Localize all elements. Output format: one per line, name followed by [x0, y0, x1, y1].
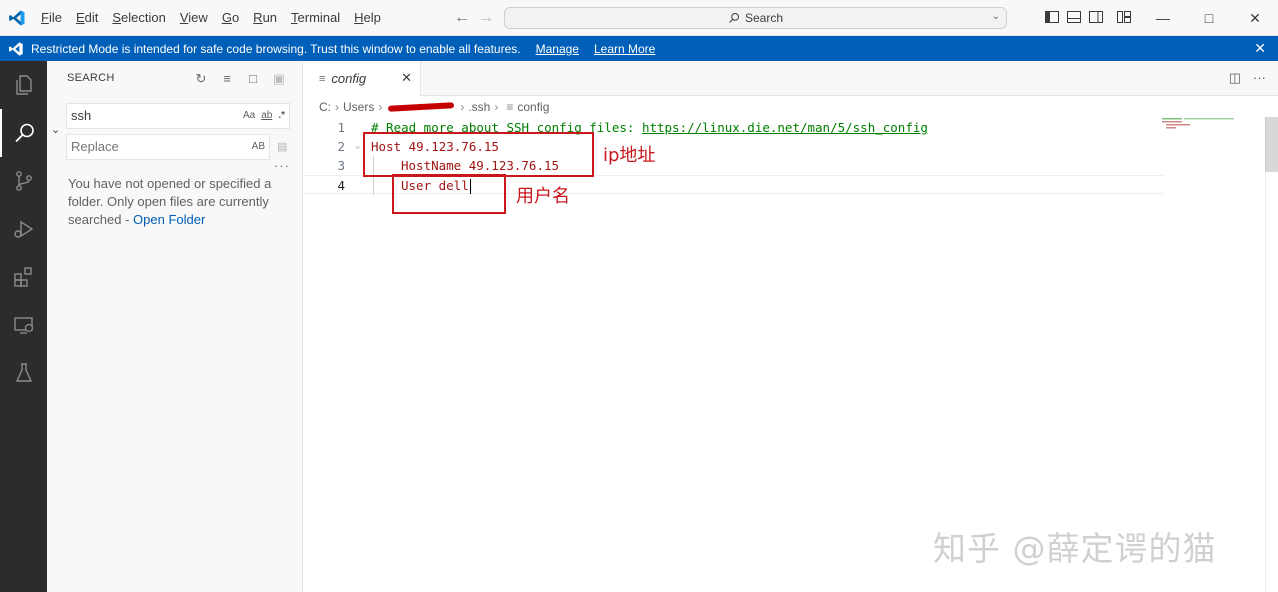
file-lines-icon: ≡ [506, 100, 514, 114]
search-input[interactable]: ssh Aa ab .* [66, 103, 290, 129]
chevron-down-icon[interactable]: ⌄ [51, 123, 65, 137]
chevron-right-icon: › [460, 100, 465, 114]
breadcrumb: C: › Users › › .ssh › ≡ config [319, 98, 549, 116]
replace-all-icon[interactable]: ▤ [277, 140, 291, 154]
learn-more-link[interactable]: Learn More [594, 42, 655, 56]
menu-edit[interactable]: Edit [69, 0, 105, 36]
annotation-box-ip [363, 132, 594, 177]
annotation-label-user: 用户名 [516, 186, 570, 207]
annotation-box-user [392, 174, 506, 214]
sidebar-title: SEARCH [67, 72, 115, 84]
refresh-icon[interactable]: ↻ [193, 71, 209, 87]
breadcrumb-item[interactable]: .ssh [468, 100, 490, 114]
chevron-right-icon: › [378, 100, 383, 114]
chevron-right-icon: › [494, 100, 499, 114]
line-number: 2 [337, 139, 345, 154]
extensions-icon[interactable] [0, 253, 47, 301]
line-number: 1 [337, 120, 345, 135]
run-debug-icon[interactable] [0, 205, 47, 253]
close-window-icon[interactable]: ✕ [1232, 0, 1278, 36]
breadcrumb-item[interactable]: C: [319, 100, 331, 114]
line-number: 3 [337, 158, 345, 173]
manage-link[interactable]: Manage [536, 42, 579, 56]
split-editor-icon[interactable]: ◫ [1229, 70, 1241, 86]
menu-run[interactable]: Run [246, 0, 284, 36]
breadcrumb-item[interactable]: config [517, 100, 549, 114]
file-lines-icon: ≡ [319, 72, 326, 85]
banner-message: Restricted Mode is intended for safe cod… [31, 41, 521, 56]
menu-terminal[interactable]: Terminal [284, 0, 347, 36]
navigation-arrows: ← → [454, 8, 494, 28]
fold-chevron-icon[interactable]: ⌄ [355, 137, 360, 156]
command-center[interactable]: Search ⌄ [504, 7, 1007, 29]
preserve-case-icon[interactable]: AB [252, 141, 265, 152]
toggle-secondary-sidebar-icon[interactable] [1088, 9, 1104, 25]
layout-controls [1044, 9, 1132, 25]
open-folder-link[interactable]: Open Folder [133, 212, 205, 227]
minimap[interactable] [1160, 117, 1260, 129]
title-bar: File Edit Selection View Go Run Terminal… [0, 0, 1278, 36]
menu-bar: File Edit Selection View Go Run Terminal… [34, 0, 388, 36]
window-controls: — □ ✕ [1140, 0, 1278, 36]
tab-label: config [331, 71, 367, 86]
close-icon[interactable]: ✕ [1254, 40, 1266, 57]
watermark: 知乎 @薛定谔的猫 [933, 529, 1217, 568]
regex-icon[interactable]: .* [278, 104, 285, 128]
back-arrow-icon[interactable]: ← [454, 8, 470, 28]
clear-results-icon[interactable]: ≡ [219, 71, 235, 87]
chevron-down-icon[interactable]: ⌄ [992, 11, 1000, 22]
editor-tabs: ≡ config ✕ ◫ ··· [303, 61, 1278, 96]
testing-icon[interactable] [0, 349, 47, 397]
menu-selection[interactable]: Selection [105, 0, 172, 36]
source-control-icon[interactable] [0, 157, 47, 205]
maximize-icon[interactable]: □ [1186, 0, 1232, 36]
sidebar-actions: ↻ ≡ □ ▣ [193, 71, 287, 87]
toggle-panel-icon[interactable] [1066, 9, 1082, 25]
editor-actions: ◫ ··· [1229, 70, 1266, 86]
more-actions-icon[interactable]: ··· [1253, 70, 1266, 86]
match-case-icon[interactable]: Aa [243, 104, 255, 128]
vscode-logo-icon [9, 41, 23, 56]
forward-arrow-icon[interactable]: → [478, 8, 494, 28]
breadcrumb-item[interactable]: Users [343, 100, 374, 114]
vertical-scrollbar[interactable] [1265, 117, 1278, 592]
toggle-primary-sidebar-icon[interactable] [1044, 9, 1060, 25]
search-sidebar: SEARCH ↻ ≡ □ ▣ ⌄ ssh Aa ab .* Replace AB… [47, 61, 303, 592]
url-link[interactable]: https://linux.die.net/man/5/ssh_config [642, 120, 928, 135]
activity-bar [0, 61, 47, 592]
more-options-icon[interactable]: ··· [274, 158, 290, 173]
minimize-icon[interactable]: — [1140, 0, 1186, 36]
scrollbar-thumb[interactable] [1265, 117, 1278, 172]
menu-help[interactable]: Help [347, 0, 388, 36]
new-search-editor-icon[interactable]: □ [245, 71, 261, 87]
replace-input-placeholder: Replace [71, 139, 119, 154]
search-icon[interactable] [0, 109, 47, 157]
search-input-value: ssh [71, 108, 92, 123]
menu-view[interactable]: View [173, 0, 215, 36]
vscode-logo-icon [9, 10, 25, 26]
explorer-icon[interactable] [0, 61, 47, 109]
search-icon [729, 13, 739, 23]
tab-config[interactable]: ≡ config ✕ [303, 61, 421, 96]
remote-explorer-icon[interactable] [0, 301, 47, 349]
command-center-label: Search [744, 11, 784, 25]
redaction-mark [388, 102, 455, 112]
match-whole-word-icon[interactable]: ab [261, 104, 272, 128]
close-icon[interactable]: ✕ [401, 70, 412, 86]
customize-layout-icon[interactable] [1116, 9, 1132, 25]
collapse-all-icon[interactable]: ▣ [271, 71, 287, 87]
line-number: 4 [337, 178, 345, 193]
annotation-label-ip: ip地址 [603, 145, 656, 166]
menu-go[interactable]: Go [215, 0, 246, 36]
menu-file[interactable]: File [34, 0, 69, 36]
replace-input[interactable]: Replace AB [66, 134, 270, 160]
indent-guide [373, 176, 374, 195]
no-folder-message: You have not opened or specified a folde… [68, 175, 284, 229]
restricted-mode-banner: Restricted Mode is intended for safe cod… [0, 36, 1278, 61]
chevron-right-icon: › [335, 100, 339, 114]
